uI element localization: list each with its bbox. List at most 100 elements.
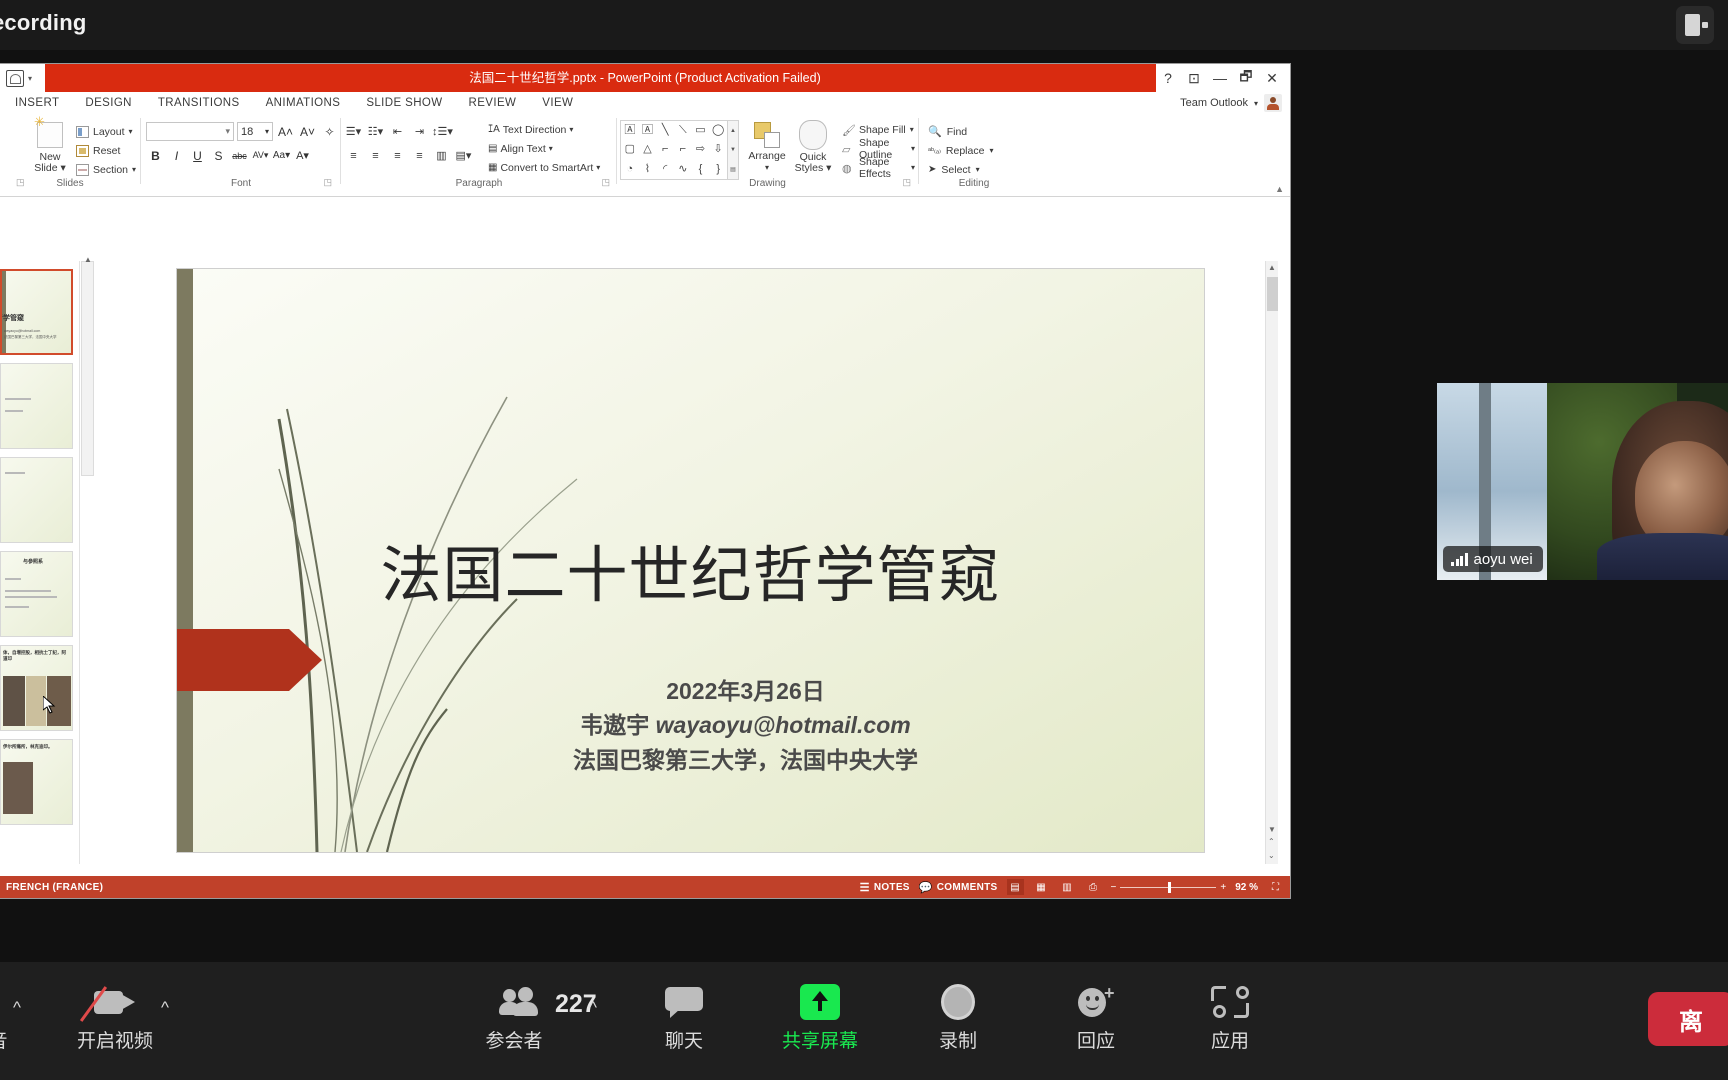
arc-shape-icon[interactable]: ◜ bbox=[663, 163, 667, 175]
slide-thumbnail-5[interactable]: 体，自增控股，相抗士丁纪，阿道印 bbox=[0, 645, 73, 731]
left-brace-icon[interactable]: { bbox=[699, 163, 703, 175]
slide-date-text[interactable]: 2022年3月26日 bbox=[327, 672, 1164, 706]
grow-font-button[interactable]: A˄ bbox=[276, 122, 295, 141]
shapes-gallery-scroll[interactable]: ▲ ▼ ▤ bbox=[728, 120, 739, 180]
strikethrough-button[interactable]: abc bbox=[230, 146, 249, 165]
triangle-shape-icon[interactable]: △ bbox=[643, 144, 651, 155]
shapes-gallery[interactable]: 🄰 🄰 ╲ ⟍ ▭ ◯ ▢ △ ⌐ ⌐ ⇨ ⇩ ◔ ⌇ ◜ ∿ {} bbox=[620, 120, 728, 180]
fit-slide-to-window-button[interactable]: ⛶ bbox=[1267, 879, 1284, 895]
right-arrow-shape-icon[interactable]: ⇨ bbox=[696, 144, 705, 155]
section-button[interactable]: Section ▾ bbox=[76, 160, 136, 179]
notes-button[interactable]: ☰ NOTES bbox=[860, 881, 910, 894]
zoom-slider-track[interactable] bbox=[1120, 881, 1217, 893]
audio-options-caret[interactable]: ^ bbox=[13, 998, 21, 1018]
scrollbar-thumb[interactable] bbox=[1267, 277, 1278, 311]
chevron-down-icon[interactable]: ▼ bbox=[730, 147, 736, 153]
tab-slide-show[interactable]: SLIDE SHOW bbox=[353, 92, 455, 114]
slide-vertical-scrollbar[interactable]: ▲ ▼ ⌃ ⌄ bbox=[1265, 261, 1278, 864]
tab-review[interactable]: REVIEW bbox=[456, 92, 530, 114]
previous-slide-button[interactable]: ⌃ bbox=[1268, 837, 1275, 846]
freeform-shape-icon[interactable]: ⌇ bbox=[645, 163, 650, 175]
curve-shape-icon[interactable]: ∿ bbox=[678, 163, 687, 175]
justify-button[interactable]: ≡ bbox=[410, 146, 429, 165]
collapse-ribbon-button[interactable]: ▲ bbox=[1275, 184, 1284, 194]
drawing-dialog-launcher[interactable]: ◳ bbox=[902, 177, 911, 188]
decrease-indent-button[interactable]: ⇤ bbox=[388, 122, 407, 141]
bold-button[interactable]: B bbox=[146, 146, 165, 165]
more-shapes-icon[interactable]: ▤ bbox=[730, 166, 736, 173]
account-name[interactable]: Team Outlook bbox=[1180, 97, 1248, 109]
pie-shape-icon[interactable]: ◔ bbox=[627, 163, 634, 175]
slide-thumbnail-2[interactable] bbox=[0, 363, 73, 449]
participants-options-caret[interactable]: ^ bbox=[589, 998, 597, 1018]
bullets-button[interactable]: ☰▾ bbox=[344, 122, 363, 141]
slide-affiliation-text[interactable]: 法国巴黎第三大学，法国中央大学 bbox=[327, 741, 1164, 775]
slide-thumbnail-3[interactable] bbox=[0, 457, 73, 543]
arrow-shape-icon[interactable]: ⟍ bbox=[679, 125, 687, 136]
font-size-input[interactable]: 18 ▾ bbox=[237, 122, 273, 141]
reset-button[interactable]: Reset bbox=[76, 141, 136, 160]
align-text-button[interactable]: ▤ Align Text ▾ bbox=[488, 139, 600, 158]
slide-thumbnail-4[interactable]: 与参照系 bbox=[0, 551, 73, 637]
tab-design[interactable]: DESIGN bbox=[72, 92, 145, 114]
account-area[interactable]: Team Outlook ▾ bbox=[1180, 94, 1282, 112]
numbering-button[interactable]: ☷▾ bbox=[366, 122, 385, 141]
text-direction-button[interactable]: ꕯA Text Direction ▾ bbox=[488, 120, 600, 139]
shape-effects-button[interactable]: ◍ Shape Effects ▾ bbox=[842, 156, 915, 180]
layout-button[interactable]: Layout ▾ bbox=[76, 122, 136, 141]
chevron-down-icon[interactable]: ▼ bbox=[1268, 825, 1276, 834]
zoom-slider[interactable]: − + bbox=[1111, 881, 1226, 893]
right-brace-icon[interactable]: } bbox=[716, 163, 720, 175]
chevron-down-icon[interactable]: ▾ bbox=[1254, 99, 1258, 108]
view-layout-toggle-button[interactable] bbox=[1676, 6, 1714, 44]
new-slide-button[interactable]: NewSlide ▾ bbox=[28, 116, 72, 174]
toolbar-participants-button[interactable]: 227 参会者 bbox=[450, 980, 600, 1053]
select-button[interactable]: ➤ Select ▾ bbox=[928, 160, 993, 179]
bent-arrow-icon[interactable]: ⌐ bbox=[680, 144, 686, 155]
down-arrow-shape-icon[interactable]: ⇩ bbox=[714, 144, 723, 155]
tab-insert[interactable]: INSERT bbox=[2, 92, 72, 114]
participant-video-tile[interactable]: aoyu wei bbox=[1437, 383, 1728, 580]
comments-button[interactable]: 💬 COMMENTS bbox=[919, 881, 998, 894]
elbow-connector-icon[interactable]: ⌐ bbox=[662, 144, 668, 155]
character-spacing-button[interactable]: AV▾ bbox=[251, 146, 270, 165]
line-shape-icon[interactable]: ╲ bbox=[662, 125, 669, 136]
zoom-in-button[interactable]: + bbox=[1220, 882, 1226, 893]
shrink-font-button[interactable]: A˅ bbox=[298, 122, 317, 141]
chevron-down-icon[interactable]: ▾ bbox=[744, 162, 790, 173]
square-shape-icon[interactable]: ▢ bbox=[625, 144, 635, 155]
user-avatar-icon[interactable] bbox=[1264, 94, 1282, 112]
arrange-button[interactable]: Arrange ▾ bbox=[744, 120, 790, 173]
toolbar-mute-button[interactable]: 音 bbox=[0, 980, 58, 1053]
quick-styles-button[interactable]: Quick Styles ▾ bbox=[790, 120, 836, 174]
slide-thumbnail-6[interactable]: 伊尔所痛所，林克迪印。 bbox=[0, 739, 73, 825]
video-options-caret[interactable]: ^ bbox=[161, 998, 169, 1018]
slides-dialog-launcher[interactable]: ◳ bbox=[16, 177, 25, 188]
rectangle-shape-icon[interactable]: ▭ bbox=[695, 125, 705, 136]
toolbar-chat-button[interactable]: 聊天 bbox=[624, 980, 744, 1053]
toolbar-share-screen-button[interactable]: 共享屏幕 bbox=[760, 980, 880, 1053]
leave-meeting-button[interactable]: 离 bbox=[1648, 992, 1728, 1046]
increase-indent-button[interactable]: ⇥ bbox=[410, 122, 429, 141]
textbox-shape-icon[interactable]: 🄰 bbox=[624, 125, 635, 136]
slide-canvas[interactable]: 法国二十世纪哲学管窥 2022年3月26日 韦遨宇 wayaoyu@hotmai… bbox=[177, 269, 1204, 852]
paragraph-dialog-launcher[interactable]: ◳ bbox=[601, 177, 610, 188]
chevron-up-icon[interactable]: ▲ bbox=[730, 128, 736, 134]
change-case-button[interactable]: Aa▾ bbox=[272, 146, 291, 165]
columns-button[interactable]: ▥ bbox=[432, 146, 451, 165]
tab-view[interactable]: VIEW bbox=[529, 92, 586, 114]
slide-title-text[interactable]: 法国二十世纪哲学管窥 bbox=[177, 525, 1204, 614]
clear-formatting-button[interactable]: ✧ bbox=[320, 122, 339, 141]
tab-transitions[interactable]: TRANSITIONS bbox=[145, 92, 253, 114]
slide-sorter-view-button[interactable]: ▦ bbox=[1033, 879, 1050, 895]
toolbar-record-button[interactable]: 录制 bbox=[898, 980, 1018, 1053]
oval-shape-icon[interactable]: ◯ bbox=[712, 125, 724, 136]
underline-button[interactable]: U bbox=[188, 146, 207, 165]
toolbar-start-video-button[interactable]: 开启视频 bbox=[55, 980, 175, 1053]
align-center-button[interactable]: ≡ bbox=[366, 146, 385, 165]
find-button[interactable]: 🔍 Find bbox=[928, 122, 993, 141]
align-right-button[interactable]: ≡ bbox=[388, 146, 407, 165]
font-name-input[interactable]: ▾ bbox=[146, 122, 234, 141]
toolbar-reactions-button[interactable]: + 回应 bbox=[1036, 980, 1156, 1053]
toolbar-apps-button[interactable]: 应用 bbox=[1170, 980, 1290, 1053]
